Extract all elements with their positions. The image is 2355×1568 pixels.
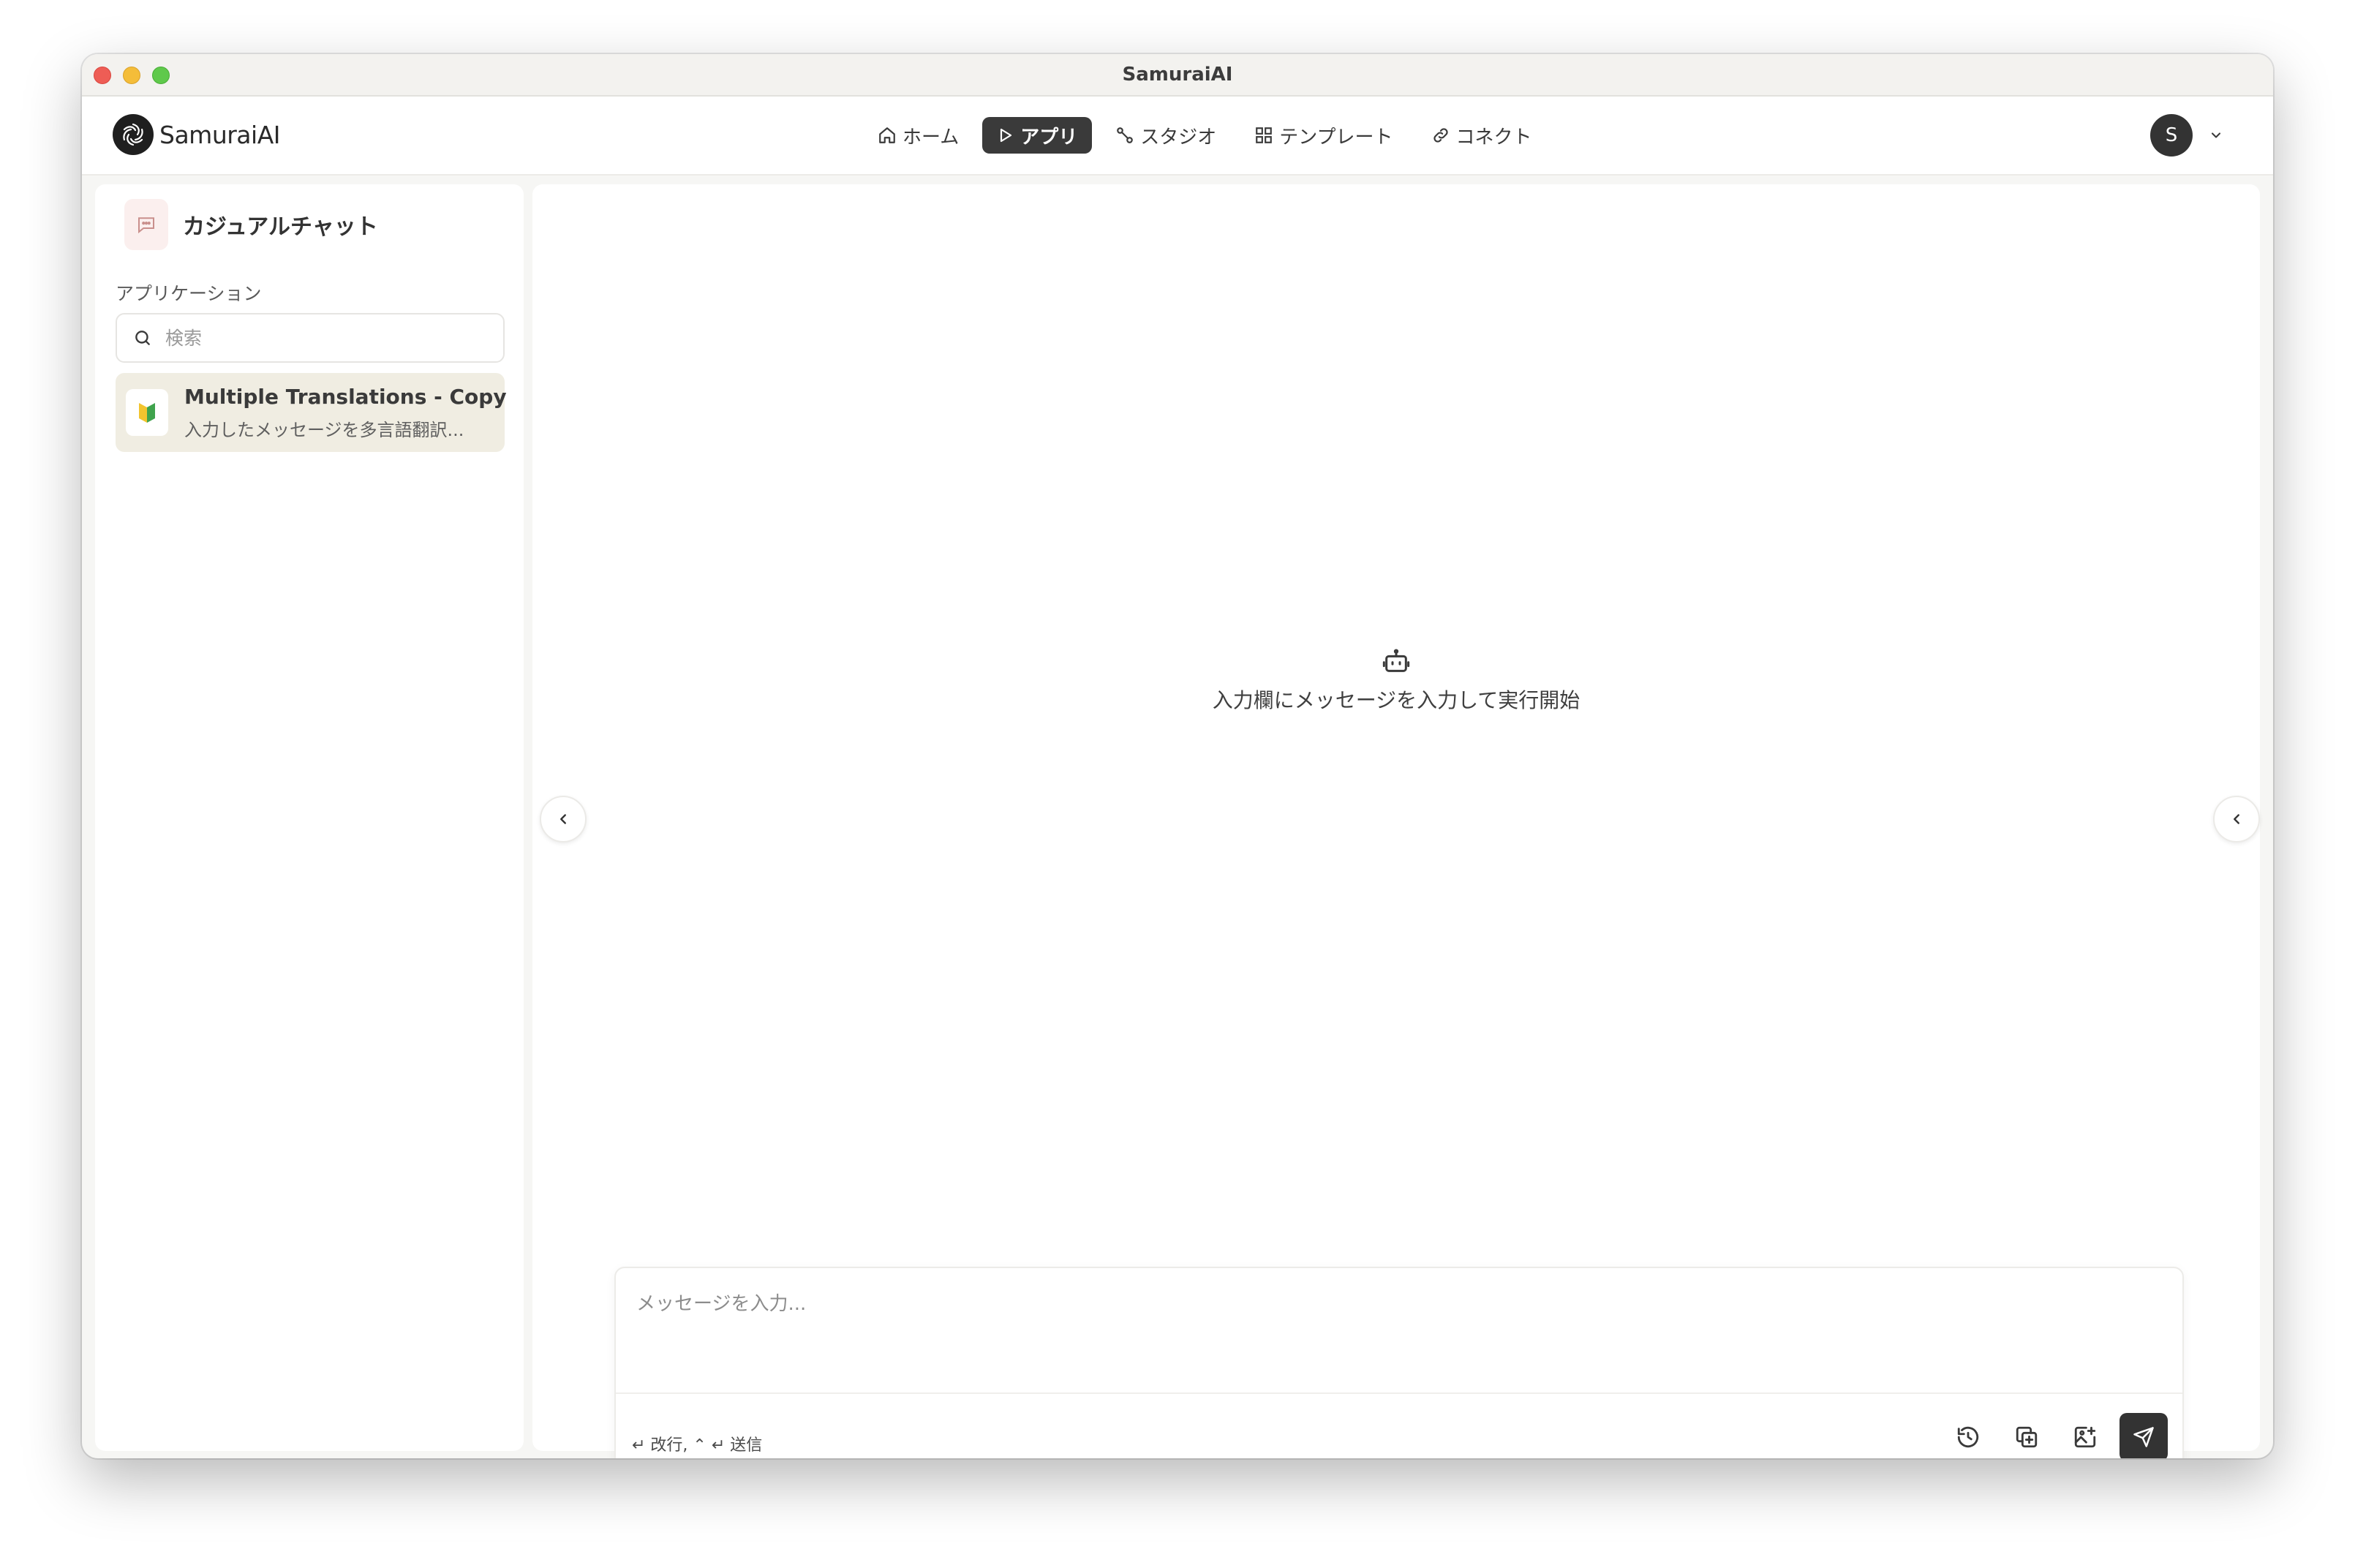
search-icon [135,331,150,345]
top-navbar: SamuraiAI ホーム アプリ スタジオ テンプレート コネクト S [82,97,2273,176]
search-box[interactable] [116,313,505,363]
main-panel: 入力欄にメッセージを入力して実行開始 ↵ 改行, ⌃ ↵ 送信 [532,184,2260,1458]
chevron-left-icon [2234,814,2239,824]
sidebar-header: カジュアルチャット [124,199,378,250]
brand-name: SamuraiAI [159,120,281,149]
brand-logo-icon [113,114,154,155]
nav-item-label: コネクト [1455,126,1532,148]
app-description: 入力したメッセージを多言語翻訳... [184,420,464,440]
robot-icon [1382,649,1410,672]
collapse-right-button[interactable] [2213,796,2260,843]
list-item[interactable]: Multiple Translations - Copy 入力したメッセージを多… [116,373,507,452]
sidebar: カジュアルチャット アプリケーション Multiple Translations… [95,184,524,1451]
search-input[interactable] [165,327,487,349]
nav-item-studio[interactable]: スタジオ [1101,117,1231,154]
send-icon [2133,1427,2154,1447]
section-label: アプリケーション [116,283,262,304]
empty-state: 入力欄にメッセージを入力して実行開始 [532,647,2260,714]
empty-state-text: 入力欄にメッセージを入力して実行開始 [1212,688,1580,712]
app-window: SamuraiAI SamuraiAI ホーム アプリ スタジオ テンプレート … [82,54,2273,1458]
add-copy-icon [2016,1426,2038,1448]
message-composer: ↵ 改行, ⌃ ↵ 送信 [614,1267,2184,1458]
message-input[interactable] [616,1268,2182,1394]
history-button[interactable] [1944,1413,1992,1458]
title-bar: SamuraiAI [82,54,2273,97]
home-icon [879,127,895,143]
sidebar-title: カジュアルチャット [183,214,378,240]
link-icon [1433,128,1448,143]
image-upload-button[interactable] [2061,1413,2109,1458]
template-icon [1256,127,1273,143]
nav-item-home[interactable]: ホーム [863,117,973,154]
chat-bubble-icon [124,199,168,250]
nav-item-label: テンプレート [1279,126,1393,148]
beginner-mark-icon [126,389,168,436]
user-menu[interactable]: S [2150,114,2223,157]
brand[interactable]: SamuraiAI [113,114,281,155]
nav-item-apps[interactable]: アプリ [982,117,1093,154]
chevron-down-icon[interactable] [2209,128,2223,143]
main-nav: ホーム アプリ スタジオ テンプレート コネクト [863,117,1556,154]
new-chat-button[interactable] [2002,1413,2051,1458]
collapse-left-button[interactable] [540,796,587,843]
send-button[interactable] [2120,1413,2168,1458]
nav-item-label: アプリ [1020,126,1078,148]
play-icon [1001,128,1012,143]
app-name: Multiple Translations - Copy [184,385,507,409]
workflow-icon [1117,127,1134,143]
nav-item-templates[interactable]: テンプレート [1240,117,1407,154]
nav-item-connect[interactable]: コネクト [1417,117,1547,154]
composer-tools [1934,1413,2168,1458]
chevron-left-icon [560,814,566,824]
composer-hint: ↵ 改行, ⌃ ↵ 送信 [632,1436,763,1455]
avatar[interactable]: S [2150,114,2193,157]
window-title: SamuraiAI [1122,64,1233,86]
nav-item-label: ホーム [903,126,960,148]
history-icon [1957,1426,1979,1448]
image-plus-icon [2074,1426,2096,1448]
nav-item-label: スタジオ [1140,126,1217,148]
